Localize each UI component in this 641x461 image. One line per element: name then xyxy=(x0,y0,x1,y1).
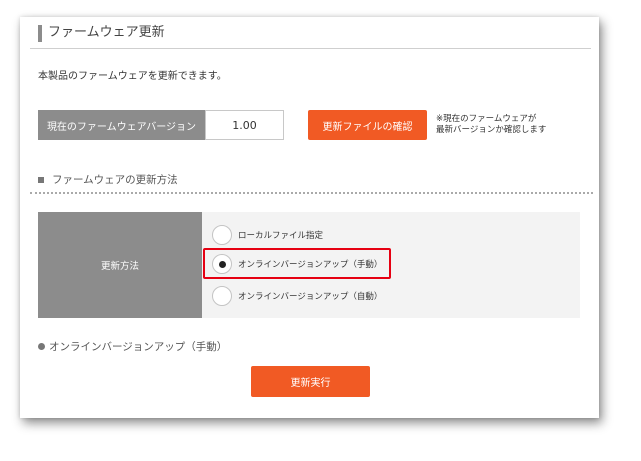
current-version-value: 1.00 xyxy=(205,110,284,140)
header-divider xyxy=(30,48,591,49)
option-local-file[interactable]: ローカルファイル指定 xyxy=(212,223,323,247)
online-manual-heading-text: オンラインバージョンアップ（手動） xyxy=(49,341,228,353)
update-method-heading: ファームウェアの更新方法 xyxy=(38,172,178,187)
note-line-2: 最新バージョンか確認します xyxy=(436,125,547,135)
header-accent-bar xyxy=(38,24,42,42)
radio-online-auto[interactable] xyxy=(212,286,232,306)
execute-update-button[interactable]: 更新実行 xyxy=(251,366,370,397)
option-online-auto-label: オンラインバージョンアップ（自動） xyxy=(238,292,383,302)
update-method-row: 更新方法 ローカルファイル指定 オンラインバージョンアップ（手動） オンラインバ… xyxy=(38,212,580,318)
note-line-1: ※現在のファームウェアが xyxy=(436,114,537,124)
panel-header: ファームウェア更新 xyxy=(38,24,165,42)
square-bullet-icon xyxy=(38,176,44,183)
option-online-auto[interactable]: オンラインバージョンアップ（自動） xyxy=(212,284,382,308)
page-title: ファームウェア更新 xyxy=(48,25,165,40)
section-divider xyxy=(30,192,593,194)
update-method-options: ローカルファイル指定 オンラインバージョンアップ（手動） オンラインバージョンア… xyxy=(202,212,580,318)
check-button-note: ※現在のファームウェアが 最新バージョンか確認します xyxy=(436,114,546,136)
round-bullet-icon xyxy=(38,343,45,350)
radio-local-file[interactable] xyxy=(212,225,232,245)
update-method-label: 更新方法 xyxy=(38,212,202,318)
update-method-heading-text: ファームウェアの更新方法 xyxy=(52,174,178,186)
online-manual-heading: オンラインバージョンアップ（手動） xyxy=(38,339,227,354)
intro-text: 本製品のファームウェアを更新できます。 xyxy=(38,71,227,82)
selection-highlight-box xyxy=(203,248,391,279)
option-local-file-label: ローカルファイル指定 xyxy=(238,231,324,241)
check-update-file-button[interactable]: 更新ファイルの確認 xyxy=(308,110,427,140)
firmware-update-panel: ファームウェア更新 本製品のファームウェアを更新できます。 現在のファームウェア… xyxy=(20,17,599,418)
current-version-label: 現在のファームウェアバージョン xyxy=(38,110,205,140)
